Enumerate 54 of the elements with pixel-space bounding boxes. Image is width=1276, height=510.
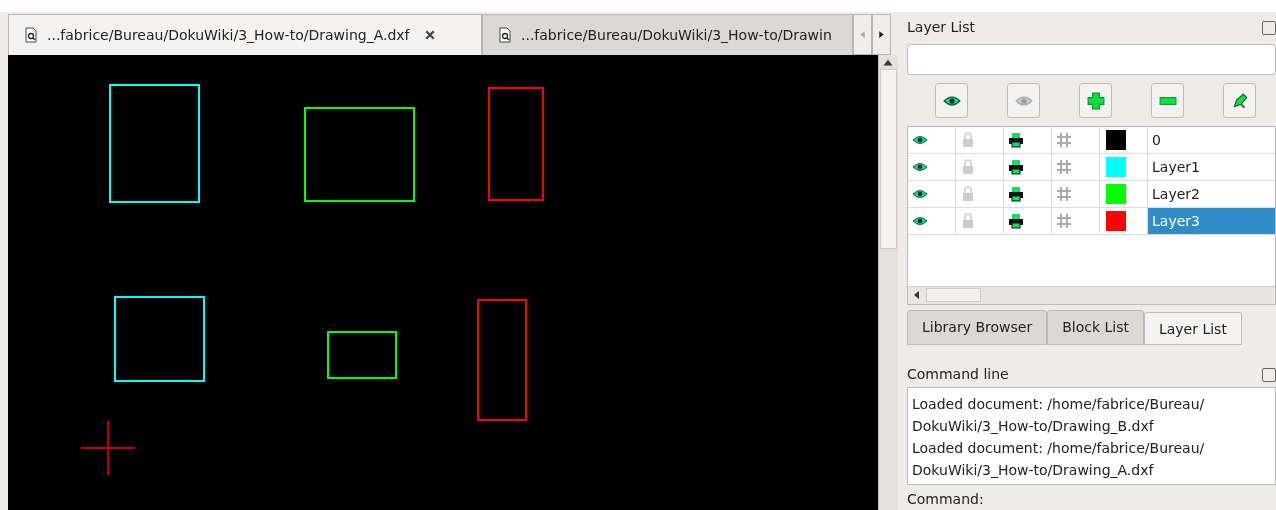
document-icon (497, 27, 513, 43)
layer-name[interactable]: Layer1 (1148, 154, 1275, 181)
layer-name[interactable]: 0 (1148, 127, 1275, 154)
grid-icon[interactable] (1056, 132, 1072, 149)
edit-layer-button[interactable] (1223, 83, 1256, 119)
filter-field[interactable] (907, 43, 1276, 76)
panel-title: Command line (907, 365, 1009, 385)
lock-icon[interactable] (960, 159, 976, 176)
scroll-left-button[interactable] (853, 14, 872, 55)
dock-tab[interactable]: Library Browser (907, 309, 1048, 345)
history-line: Loaded document: /home/fabrice/Bureau/ (912, 438, 1206, 458)
dock-tab[interactable]: Layer List (1143, 311, 1242, 345)
tab-label: ...fabrice/Bureau/DokuWiki/3_How-to/Drawing_A.dxf (47, 25, 410, 45)
color-swatch[interactable] (1106, 130, 1126, 151)
scrollbar-thumb[interactable] (880, 69, 897, 249)
grid-icon[interactable] (1056, 213, 1072, 230)
history-line: DokuWiki/3_How-to/Drawing_B.dxf (912, 416, 1155, 436)
document-tab[interactable]: ...fabrice/Bureau/DokuWiki/3_How-to/Drawing_A.dxf (8, 14, 482, 55)
printer-icon[interactable] (1008, 213, 1024, 230)
layer-name[interactable]: Layer2 (1148, 181, 1275, 208)
color-swatch[interactable] (1106, 211, 1126, 232)
history-line: DokuWiki/3_How-to/Drawing_A.dxf (912, 460, 1155, 480)
arrow-left-icon (858, 30, 867, 39)
float-icon[interactable] (1262, 367, 1276, 382)
grid-icon[interactable] (1056, 186, 1072, 203)
document-tab[interactable]: ...fabrice/Bureau/DokuWiki/3_How-to/Drawin (482, 14, 853, 55)
printer-icon[interactable] (1008, 159, 1024, 176)
lock-icon[interactable] (960, 186, 976, 203)
command-prompt: Command: (907, 490, 985, 509)
lock-icon[interactable] (960, 213, 976, 230)
horizontal-scrollbar[interactable] (908, 285, 1275, 304)
arrow-right-icon (877, 30, 886, 39)
remove-layer-button[interactable] (1151, 83, 1184, 119)
plus-icon (1086, 91, 1105, 110)
tab-label: ...fabrice/Bureau/DokuWiki/3_How-to/Drawin (521, 25, 832, 45)
grid-icon[interactable] (1056, 159, 1072, 176)
document-icon (23, 27, 39, 43)
lock-icon[interactable] (960, 132, 976, 149)
panel-title: Layer List (907, 18, 975, 38)
close-icon[interactable] (423, 29, 436, 41)
hide-layer-button[interactable] (1007, 83, 1040, 119)
color-swatch[interactable] (1106, 184, 1126, 205)
layer-name[interactable]: Layer3 (1148, 208, 1275, 235)
scrollbar-thumb[interactable] (926, 288, 981, 303)
color-swatch[interactable] (1106, 157, 1126, 178)
history-line: Loaded document: /home/fabrice/Bureau/ (912, 394, 1206, 414)
dock-tab[interactable]: Block List (1047, 309, 1144, 345)
pen-icon (1230, 91, 1249, 110)
float-icon[interactable] (1262, 20, 1276, 35)
printer-icon[interactable] (1008, 186, 1024, 203)
show-layer-button[interactable] (935, 83, 968, 119)
printer-icon[interactable] (1008, 132, 1024, 149)
add-layer-button[interactable] (1079, 83, 1112, 119)
vertical-scrollbar[interactable] (878, 55, 898, 510)
